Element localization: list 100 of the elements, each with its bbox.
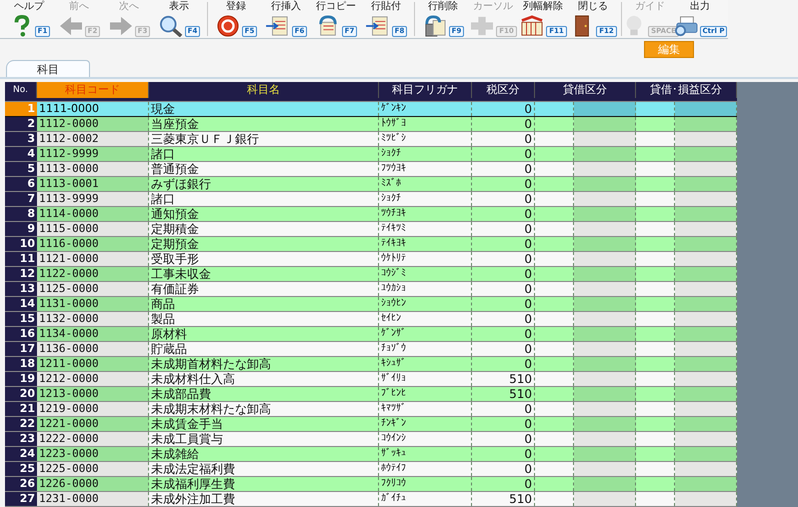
table-cell: 1112-9999 bbox=[37, 147, 149, 161]
table-cell: ｶﾞｲﾁｭ bbox=[379, 492, 472, 506]
table-cell: 1112-0002 bbox=[37, 132, 149, 146]
table-row[interactable]: 11 1121-0000 受取手形 ｳｹﾄﾘﾃ 0 bbox=[5, 252, 737, 267]
table-cell: ｻﾞｲﾘｮ bbox=[379, 372, 472, 386]
table-cell: ﾄｳｻﾞﾖ bbox=[379, 117, 472, 131]
table-cell: 0 bbox=[472, 297, 535, 311]
table-row[interactable]: 20 1213-0000 未成部品費 ﾌﾞﾋﾝﾋ 510 bbox=[5, 387, 737, 402]
table-cell: ﾃｲｷﾂﾐ bbox=[379, 222, 472, 236]
table-row[interactable]: 7 1113-9999 諸口 ｼｮｸﾁ 0 bbox=[5, 192, 737, 207]
table-row[interactable]: 27 1231-0000 未成外注加工費 ｶﾞｲﾁｭ 510 bbox=[5, 492, 737, 507]
table-row[interactable]: 19 1212-0000 未成材料仕入高 ｻﾞｲﾘｮ 510 bbox=[5, 372, 737, 387]
table-cell: 510 bbox=[472, 372, 535, 386]
table-cell: 未成工員賞与 bbox=[149, 432, 379, 446]
table-cell: 1113-9999 bbox=[37, 192, 149, 206]
table-cell: 1121-0000 bbox=[37, 252, 149, 266]
table-row[interactable]: 8 1114-0000 通知預金 ﾂｳﾁﾖｷ 0 bbox=[5, 207, 737, 222]
table-cell: 1131-0000 bbox=[37, 297, 149, 311]
row-number: 1 bbox=[5, 102, 37, 116]
table-cell: 三菱東京ＵＦＪ銀行 bbox=[149, 132, 379, 146]
table-cell: 1222-0000 bbox=[37, 432, 149, 446]
table-cell: 現金 bbox=[149, 102, 379, 116]
table-row[interactable]: 5 1113-0000 普通預金 ﾌﾂｳﾖｷ 0 bbox=[5, 162, 737, 177]
table-cell: 未成外注加工費 bbox=[149, 492, 379, 506]
table-cell: 1111-0000 bbox=[37, 102, 149, 116]
table-cell: 未成期末材料たな卸高 bbox=[149, 402, 379, 416]
table-row[interactable]: 16 1134-0000 原材料 ｹﾞﾝｻﾞ 0 bbox=[5, 327, 737, 342]
table-row[interactable]: 4 1112-9999 諸口 ｼｮｸﾁ 0 bbox=[5, 147, 737, 162]
table-cell: ﾁﾝｷﾞﾝ bbox=[379, 417, 472, 431]
table-row[interactable]: 17 1136-0000 貯蔵品 ﾁｮｿﾞｳ 0 bbox=[5, 342, 737, 357]
table-cell: 1221-0000 bbox=[37, 417, 149, 431]
cross-icon bbox=[469, 15, 496, 37]
table-cell: 1115-0000 bbox=[37, 222, 149, 236]
table-row[interactable]: 26 1226-0000 未成福利厚生費 ﾌｸﾘｺｳ 0 bbox=[5, 477, 737, 492]
table-cell: 0 bbox=[472, 282, 535, 296]
table-cell: 1114-0000 bbox=[37, 207, 149, 221]
table-cell: 0 bbox=[472, 252, 535, 266]
table-cell: 原材料 bbox=[149, 327, 379, 341]
columns-icon bbox=[519, 15, 546, 37]
table-cell: ｻﾞｯｷｭ bbox=[379, 447, 472, 461]
table-cell: 定期積金 bbox=[149, 222, 379, 236]
table-row[interactable]: 18 1211-0000 未成期首材料たな卸高 ｷｼｭｻﾞ 0 bbox=[5, 357, 737, 372]
table-row[interactable]: 10 1116-0000 定期預金 ﾃｲｷﾖｷ 0 bbox=[5, 237, 737, 252]
table-cell: 0 bbox=[472, 237, 535, 251]
table-cell: ｹﾞﾝｻﾞ bbox=[379, 327, 472, 341]
table-cell: みずほ銀行 bbox=[149, 177, 379, 191]
table-cell: 1136-0000 bbox=[37, 342, 149, 356]
table-cell: 受取手形 bbox=[149, 252, 379, 266]
table-cell: 普通預金 bbox=[149, 162, 379, 176]
table-cell: ﾂｳﾁﾖｷ bbox=[379, 207, 472, 221]
table-row[interactable]: 1 1111-0000 現金 ｹﾞﾝｷﾝ 0 bbox=[5, 102, 737, 117]
table-cell: 未成法定福利費 bbox=[149, 462, 379, 476]
table-row[interactable]: 2 1112-0000 当座預金 ﾄｳｻﾞﾖ 0 bbox=[5, 117, 737, 132]
table-row[interactable]: 24 1223-0000 未成雑給 ｻﾞｯｷｭ 0 bbox=[5, 447, 737, 462]
table-cell: 商品 bbox=[149, 297, 379, 311]
table-row[interactable]: 25 1225-0000 未成法定福利費 ﾎｳﾃｲﾌ 0 bbox=[5, 462, 737, 477]
table-cell: 1134-0000 bbox=[37, 327, 149, 341]
table-cell: 1132-0000 bbox=[37, 312, 149, 326]
table-cell: 0 bbox=[472, 327, 535, 341]
table-cell: 0 bbox=[472, 447, 535, 461]
table-row[interactable]: 12 1122-0000 工事未収金 ｺｳｼﾞﾐ 0 bbox=[5, 267, 737, 282]
table-cell: 諸口 bbox=[149, 147, 379, 161]
table-row[interactable]: 6 1113-0001 みずほ銀行 ﾐｽﾞﾎ 0 bbox=[5, 177, 737, 192]
table-cell: ﾁｮｿﾞｳ bbox=[379, 342, 472, 356]
table-row[interactable]: 14 1131-0000 商品 ｼｮｳﾋﾝ 0 bbox=[5, 297, 737, 312]
table-cell: ﾌﾞﾋﾝﾋ bbox=[379, 387, 472, 401]
tab[interactable]: 科目 bbox=[6, 60, 90, 77]
table-cell: 当座預金 bbox=[149, 117, 379, 131]
table-cell: 1122-0000 bbox=[37, 267, 149, 281]
table-cell: 1113-0000 bbox=[37, 162, 149, 176]
table-cell: 0 bbox=[472, 117, 535, 131]
table-cell: ｷｼｭｻﾞ bbox=[379, 357, 472, 371]
table-cell: 0 bbox=[472, 267, 535, 281]
table-cell: 有価証券 bbox=[149, 282, 379, 296]
table-cell: 諸口 bbox=[149, 192, 379, 206]
table-row[interactable]: 3 1112-0002 三菱東京ＵＦＪ銀行 ﾐﾂﾋﾞｼ 0 bbox=[5, 132, 737, 147]
table-cell: 0 bbox=[472, 312, 535, 326]
table-cell: ﾌｸﾘｺｳ bbox=[379, 477, 472, 491]
table-row[interactable]: 9 1115-0000 定期積金 ﾃｲｷﾂﾐ 0 bbox=[5, 222, 737, 237]
table-row[interactable]: 22 1221-0000 未成賃金手当 ﾁﾝｷﾞﾝ 0 bbox=[5, 417, 737, 432]
table-cell: 0 bbox=[472, 222, 535, 236]
table-cell: 未成期首材料たな卸高 bbox=[149, 357, 379, 371]
table-row[interactable]: 21 1219-0000 未成期末材料たな卸高 ｷﾏﾂｻﾞ 0 bbox=[5, 402, 737, 417]
table-cell: 1125-0000 bbox=[37, 282, 149, 296]
table-cell: 1231-0000 bbox=[37, 492, 149, 506]
table-cell: 1116-0000 bbox=[37, 237, 149, 251]
table-cell: 1212-0000 bbox=[37, 372, 149, 386]
table-cell: ﾌﾂｳﾖｷ bbox=[379, 162, 472, 176]
table-cell: 未成雑給 bbox=[149, 447, 379, 461]
table-row[interactable]: 23 1222-0000 未成工員賞与 ｺｳｲﾝｼ 0 bbox=[5, 432, 737, 447]
table-row[interactable]: 15 1132-0000 製品 ｾｲﾋﾝ 0 bbox=[5, 312, 737, 327]
table-cell: ｾｲﾋﾝ bbox=[379, 312, 472, 326]
table-cell: 1219-0000 bbox=[37, 402, 149, 416]
table-cell: ﾐｽﾞﾎ bbox=[379, 177, 472, 191]
table-cell: ｺｳｼﾞﾐ bbox=[379, 267, 472, 281]
table-cell: 0 bbox=[472, 432, 535, 446]
table-cell: 510 bbox=[472, 387, 535, 401]
table-cell: 製品 bbox=[149, 312, 379, 326]
table-cell: 1223-0000 bbox=[37, 447, 149, 461]
table-row[interactable]: 13 1125-0000 有価証券 ﾕｳｶｼｮ 0 bbox=[5, 282, 737, 297]
